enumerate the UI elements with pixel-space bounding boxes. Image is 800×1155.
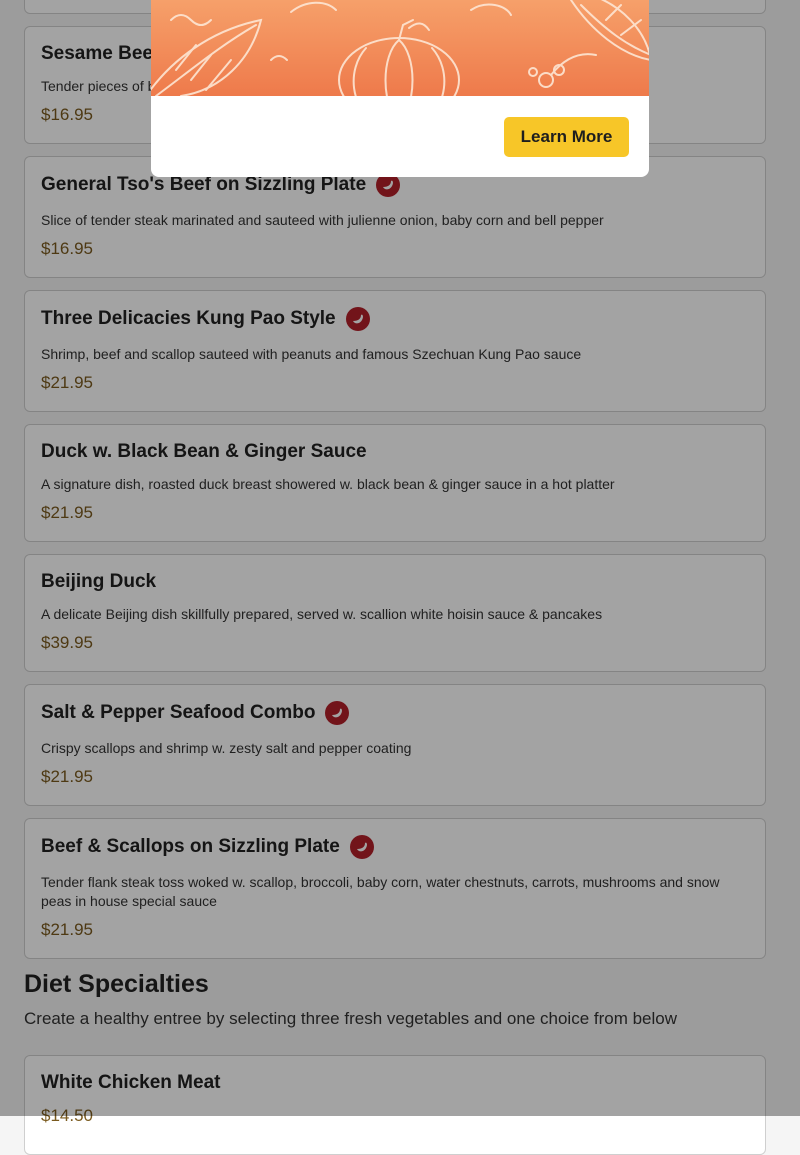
learn-more-button[interactable]: Learn More bbox=[504, 117, 629, 157]
promo-modal: Learn More bbox=[151, 0, 649, 177]
autumn-pumpkin-illustration bbox=[151, 0, 649, 96]
promo-banner-image bbox=[151, 0, 649, 96]
